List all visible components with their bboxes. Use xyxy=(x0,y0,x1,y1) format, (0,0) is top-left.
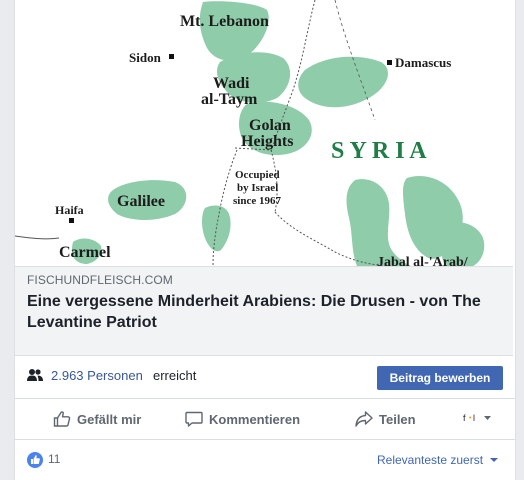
label-jabal: Jabal al-'Arab/ xyxy=(377,255,469,266)
label-damascus: Damascus xyxy=(395,55,451,70)
sort-label: Relevanteste zuerst xyxy=(377,453,484,467)
reactions-bar: 11 Relevanteste zuerst xyxy=(15,440,515,480)
like-label: Gefällt mir xyxy=(77,411,142,427)
label-galilee: Galilee xyxy=(117,193,165,210)
label-al-taym: al-Taym xyxy=(201,91,258,108)
label-carmel: Carmel xyxy=(59,244,111,261)
share-arrow-icon xyxy=(355,411,373,427)
share-label: Teilen xyxy=(379,411,416,427)
label-mt-lebanon: Mt. Lebanon xyxy=(180,13,269,30)
link-headline[interactable]: Eine vergessene Minderheit Arabiens: Die… xyxy=(27,291,497,333)
post-actions: Gefällt mir Kommentieren Teilen f • l xyxy=(15,399,515,440)
svg-text:•: • xyxy=(469,415,472,422)
comment-label: Kommentieren xyxy=(209,411,301,427)
comment-sort-dropdown[interactable]: Relevanteste zuerst xyxy=(377,453,499,467)
boost-post-button[interactable]: Beitrag bewerben xyxy=(377,366,503,390)
svg-text:l: l xyxy=(473,413,475,423)
label-heights: Heights xyxy=(241,133,293,150)
label-occupied-2: by Israel xyxy=(237,182,278,194)
label-occupied-3: since 1967 xyxy=(233,195,281,207)
thumbs-up-icon xyxy=(53,411,71,427)
chevron-down-icon xyxy=(490,458,499,462)
page-avatar-icon: f • l xyxy=(463,413,491,423)
reach-bar: 2.963 Personen erreicht Beitrag bewerben xyxy=(15,356,515,399)
people-icon xyxy=(27,369,43,381)
post-card: Mt. Lebanon Sidon Damascus Wadi al-Taym … xyxy=(14,0,516,480)
comment-icon xyxy=(185,411,203,427)
comment-button[interactable]: Kommentieren xyxy=(185,409,300,429)
levant-map: Mt. Lebanon Sidon Damascus Wadi al-Taym … xyxy=(15,0,515,266)
reach-text: erreicht xyxy=(153,368,197,383)
audience-selector[interactable]: f • l xyxy=(463,411,493,428)
like-reaction-icon[interactable] xyxy=(27,452,43,468)
label-golan: Golan xyxy=(249,117,291,134)
map-image[interactable]: Mt. Lebanon Sidon Damascus Wadi al-Taym … xyxy=(15,0,515,266)
share-button[interactable]: Teilen xyxy=(355,409,416,429)
label-sidon: Sidon xyxy=(129,50,162,65)
like-button[interactable]: Gefällt mir xyxy=(53,409,141,429)
reach-count-link[interactable]: 2.963 Personen xyxy=(51,368,143,383)
label-haifa: Haifa xyxy=(55,203,84,217)
label-occupied-1: Occupied xyxy=(235,169,280,181)
reaction-count[interactable]: 11 xyxy=(48,452,60,466)
label-syria: S Y R I A xyxy=(331,138,427,164)
link-domain: FISCHUNDFLEISCH.COM xyxy=(27,273,173,287)
link-preview[interactable]: FISCHUNDFLEISCH.COM Eine vergessene Mind… xyxy=(15,266,513,356)
label-wadi: Wadi xyxy=(213,75,250,92)
chevron-down-icon xyxy=(484,416,491,420)
svg-text:f: f xyxy=(463,413,466,423)
